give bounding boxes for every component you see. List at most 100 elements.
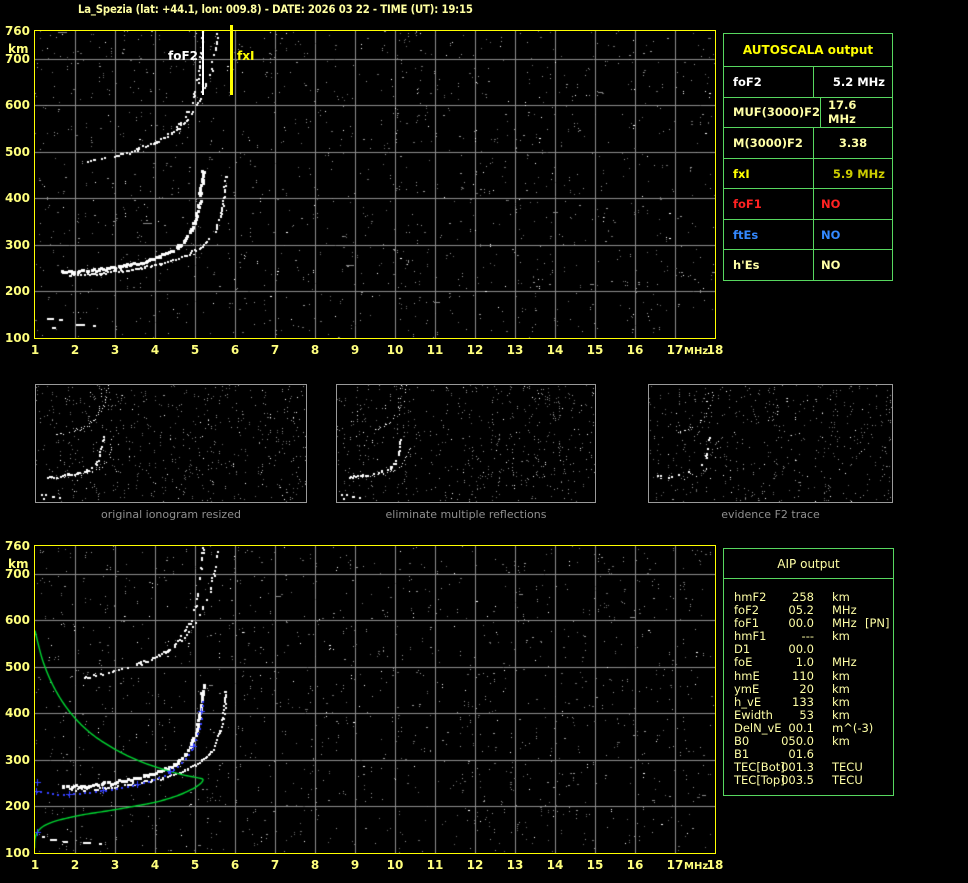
mhz-unit-label: MHz bbox=[684, 861, 709, 872]
aip-table-row: Ewidth 53 km bbox=[724, 707, 893, 722]
x-tick-label: 3 bbox=[110, 858, 120, 872]
x-tick-label: 15 bbox=[586, 343, 604, 357]
aip-row-value: --- bbox=[801, 629, 814, 644]
y-tick-label: 500 bbox=[4, 659, 30, 674]
aip-row-unit: km bbox=[832, 668, 850, 683]
y-tick-label: 200 bbox=[4, 284, 30, 299]
aip-row-unit: TECU bbox=[832, 760, 863, 775]
aip-table-header: AIP output bbox=[724, 549, 893, 579]
x-tick-label: 7 bbox=[270, 858, 280, 872]
aip-row-name: D1 bbox=[734, 642, 751, 657]
x-tick-label: 1 bbox=[30, 858, 40, 872]
fof2-marker-label: foF2 bbox=[167, 49, 198, 63]
x-tick-label: 8 bbox=[310, 858, 320, 872]
x-tick-label: 16 bbox=[626, 343, 644, 357]
aip-row-name: hmE bbox=[734, 668, 760, 683]
autoscala-row-value: NO bbox=[821, 197, 841, 212]
aip-row-name: B0 bbox=[734, 734, 750, 749]
autoscala-row-label: h'Es bbox=[724, 250, 814, 281]
autoscala-row-value: 5.2 MHz bbox=[832, 74, 885, 89]
x-tick-label: 14 bbox=[546, 858, 564, 872]
bottom-ionogram-plot bbox=[34, 545, 716, 854]
y-tick-label: 400 bbox=[4, 706, 30, 721]
aip-row-value: 133 bbox=[792, 694, 814, 709]
x-tick-label: 8 bbox=[310, 343, 320, 357]
aip-row-unit: MHz bbox=[832, 655, 857, 670]
aip-row-value: 001.3 bbox=[781, 760, 814, 775]
x-tick-label: 3 bbox=[110, 343, 120, 357]
x-tick-label: 6 bbox=[230, 343, 240, 357]
thumbnail-caption: evidence F2 trace bbox=[721, 508, 820, 521]
page-title: La_Spezia (lat: +44.1, lon: 009.8) - DAT… bbox=[78, 2, 473, 16]
x-tick-label: 11 bbox=[426, 343, 444, 357]
x-tick-label: 7 bbox=[270, 343, 280, 357]
autoscala-table-row: h'Es NO bbox=[724, 249, 892, 281]
aip-row-value: 1.0 bbox=[795, 655, 814, 670]
aip-row-value: 05.2 bbox=[788, 603, 814, 618]
aip-output-table: AIP output hmF2 258 km foF2 05.2 MHz foF1 00.0 M… bbox=[723, 548, 894, 796]
autoscala-row-value: NO bbox=[821, 227, 841, 242]
aip-row-value: 00.0 bbox=[788, 642, 814, 657]
aip-table-row: hmE 110 km bbox=[724, 668, 893, 683]
aip-row-value: 53 bbox=[799, 707, 814, 722]
autoscala-table-row: foF2 5.2 MHz bbox=[724, 66, 892, 97]
y-tick-label: 300 bbox=[4, 237, 30, 252]
y-tick-label: 760 bbox=[4, 539, 30, 553]
x-tick-label: 15 bbox=[586, 858, 604, 872]
aip-row-unit: m^(-3) bbox=[832, 720, 874, 735]
x-tick-label: 6 bbox=[230, 858, 240, 872]
aip-row-value: 110 bbox=[792, 668, 814, 683]
aip-row-value: 00.0 bbox=[788, 616, 814, 631]
y-tick-label: 300 bbox=[4, 752, 30, 767]
aip-table-row: foE 1.0 MHz bbox=[724, 656, 893, 669]
thumbnail-eliminate-reflections bbox=[336, 384, 596, 503]
autoscala-table-row: fxI 5.9 MHz bbox=[724, 157, 892, 189]
aip-row-unit: km bbox=[832, 681, 850, 696]
x-tick-label: 12 bbox=[466, 858, 484, 872]
autoscala-table-header: AUTOSCALA output bbox=[742, 43, 874, 57]
aip-row-unit: MHz bbox=[832, 603, 857, 618]
aip-row-unit: MHz bbox=[832, 616, 857, 631]
thumbnail-caption: eliminate multiple reflections bbox=[385, 508, 547, 521]
autoscala-table-row: MUF(3000)F2 17.6 MHz bbox=[724, 96, 892, 128]
x-tick-label: 2 bbox=[70, 343, 80, 357]
aip-row-name: foF2 bbox=[734, 603, 760, 618]
x-tick-label: 14 bbox=[546, 343, 564, 357]
x-tick-label: 5 bbox=[190, 343, 200, 357]
fof2-marker-line bbox=[202, 31, 204, 95]
aip-row-unit: km bbox=[832, 694, 850, 709]
aip-row-value: 00.1 bbox=[788, 720, 814, 735]
autoscala-table-row: ftEs NO bbox=[724, 218, 892, 250]
thumbnail-canvas bbox=[337, 385, 595, 502]
km-unit-label: km bbox=[8, 42, 29, 56]
x-tick-label: 2 bbox=[70, 858, 80, 872]
x-tick-label: 12 bbox=[466, 343, 484, 357]
aip-row-unit: km bbox=[832, 590, 850, 604]
autoscala-row-label: M(3000)F2 bbox=[724, 128, 814, 158]
top-ionogram-canvas bbox=[35, 31, 715, 338]
x-tick-label: 4 bbox=[150, 858, 160, 872]
aip-row-name: h_vE bbox=[734, 694, 762, 709]
aip-row-value: 01.6 bbox=[788, 747, 814, 762]
aip-row-value: 003.5 bbox=[781, 773, 814, 788]
autoscala-row-value: 3.38 bbox=[838, 135, 868, 150]
autoscala-row-value: 17.6 MHz bbox=[828, 98, 857, 127]
autoscala-table-row: foF1 NO bbox=[724, 188, 892, 219]
y-tick-label: 100 bbox=[4, 846, 30, 860]
thumbnail-canvas bbox=[36, 385, 306, 502]
aip-row-unit: km bbox=[832, 734, 850, 749]
autoscala-row-value: 5.9 MHz bbox=[832, 166, 885, 181]
y-tick-label: 600 bbox=[4, 613, 30, 628]
y-tick-label: 500 bbox=[4, 144, 30, 159]
autoscala-row-label: foF1 bbox=[724, 189, 814, 219]
autoscala-row-label: MUF(3000)F2 bbox=[724, 97, 822, 128]
x-tick-label: 11 bbox=[426, 858, 444, 872]
autoscala-output-table: AUTOSCALA output foF2 5.2 MHz MUF(3000)F2 1… bbox=[723, 33, 893, 281]
thumbnail-evidence-f2 bbox=[648, 384, 893, 503]
aip-row-name: foE bbox=[734, 655, 753, 670]
autoscala-window: La_Spezia (lat: +44.1, lon: 009.8) - DAT… bbox=[0, 0, 968, 883]
fxi-marker-label: fxI bbox=[237, 49, 255, 63]
x-tick-label: 4 bbox=[150, 343, 160, 357]
aip-row-name: B1 bbox=[734, 747, 750, 762]
x-tick-label: 13 bbox=[506, 343, 524, 357]
